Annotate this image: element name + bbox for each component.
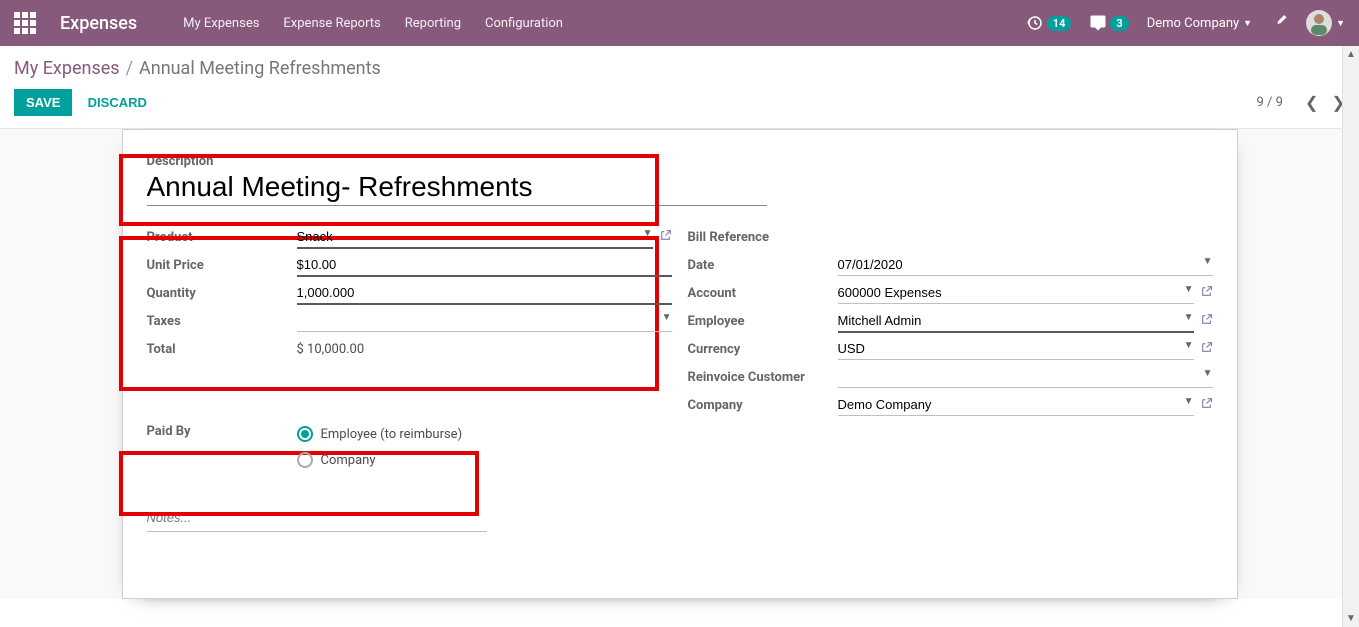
paid-by-employee-radio[interactable] — [297, 426, 313, 442]
control-panel: SAVE DISCARD 9 / 9 ❮ ❯ — [0, 83, 1359, 128]
paid-by-employee-label[interactable]: Employee (to reimburse) — [321, 427, 463, 442]
pager-prev-icon[interactable]: ❮ — [1305, 93, 1318, 112]
form-sheet-bg: Description Product ▼ Unit Price — [0, 128, 1359, 599]
reinvoice-input[interactable] — [838, 366, 1213, 388]
form-sheet: Description Product ▼ Unit Price — [122, 129, 1238, 599]
scroll-up-icon[interactable]: ▲ — [1343, 46, 1359, 63]
external-link-icon[interactable] — [1200, 397, 1213, 414]
external-link-icon[interactable] — [1200, 341, 1213, 358]
dropdown-caret-icon[interactable]: ▼ — [643, 228, 653, 239]
breadcrumb-sep: / — [126, 58, 133, 79]
total-label: Total — [147, 342, 297, 357]
dropdown-caret-icon[interactable]: ▼ — [662, 312, 672, 323]
total-value: $ 10,000.00 — [297, 339, 672, 360]
nav-links: My Expenses Expense Reports Reporting Co… — [183, 16, 563, 31]
reinvoice-label: Reinvoice Customer — [688, 370, 838, 385]
activity-badge: 14 — [1047, 16, 1072, 31]
nav-configuration[interactable]: Configuration — [485, 16, 563, 31]
dropdown-caret-icon[interactable]: ▼ — [1184, 396, 1194, 407]
chat-icon[interactable]: 3 — [1089, 14, 1128, 32]
dropdown-caret-icon[interactable]: ▼ — [1184, 312, 1194, 323]
right-column: Bill Reference Date ▼ Account ▼ — [680, 224, 1221, 480]
activity-icon[interactable]: 14 — [1026, 14, 1072, 32]
paid-by-company-label[interactable]: Company — [321, 453, 376, 468]
breadcrumb: My Expenses / Annual Meeting Refreshment… — [0, 46, 1359, 83]
debug-icon[interactable] — [1270, 12, 1288, 34]
nav-reporting[interactable]: Reporting — [405, 16, 461, 31]
save-button[interactable]: SAVE — [14, 89, 72, 116]
company-label: Company — [688, 398, 838, 413]
left-column: Product ▼ Unit Price Quanti — [139, 224, 680, 480]
scroll-down-icon[interactable]: ▼ — [1343, 610, 1359, 627]
external-link-icon[interactable] — [1200, 285, 1213, 302]
dropdown-caret-icon[interactable]: ▼ — [1184, 340, 1194, 351]
app-brand: Expenses — [60, 13, 137, 34]
product-input[interactable] — [297, 226, 653, 249]
taxes-input[interactable] — [297, 310, 672, 332]
currency-label: Currency — [688, 342, 838, 357]
dropdown-caret-icon[interactable]: ▼ — [1184, 284, 1194, 295]
nav-expense-reports[interactable]: Expense Reports — [283, 16, 380, 31]
date-input[interactable] — [838, 254, 1213, 276]
employee-label: Employee — [688, 314, 838, 329]
unit-price-input[interactable] — [297, 254, 672, 277]
external-link-icon[interactable] — [659, 229, 672, 246]
navbar: Expenses My Expenses Expense Reports Rep… — [0, 0, 1359, 46]
quantity-input[interactable] — [297, 282, 672, 305]
account-label: Account — [688, 286, 838, 301]
company-input[interactable] — [838, 394, 1194, 416]
breadcrumb-current: Annual Meeting Refreshments — [139, 58, 381, 79]
unit-price-label: Unit Price — [147, 258, 297, 273]
external-link-icon[interactable] — [1200, 313, 1213, 330]
date-label: Date — [688, 258, 838, 273]
employee-input[interactable] — [838, 310, 1194, 333]
quantity-label: Quantity — [147, 286, 297, 301]
chat-badge: 3 — [1110, 16, 1128, 31]
paid-by-label: Paid By — [147, 424, 297, 439]
nav-my-expenses[interactable]: My Expenses — [183, 16, 259, 31]
pager-count: 9 / 9 — [1257, 95, 1283, 110]
company-switcher[interactable]: Demo Company ▼ — [1147, 16, 1252, 31]
account-input[interactable] — [838, 282, 1194, 304]
breadcrumb-root[interactable]: My Expenses — [14, 58, 120, 79]
user-avatar[interactable] — [1306, 10, 1332, 36]
dropdown-caret-icon[interactable]: ▼ — [1203, 368, 1213, 379]
chevron-down-icon: ▼ — [1336, 18, 1345, 29]
apps-icon[interactable] — [14, 12, 36, 34]
chevron-down-icon: ▼ — [1243, 18, 1252, 29]
paid-by-company-radio[interactable] — [297, 452, 313, 468]
notes-input[interactable] — [147, 504, 487, 532]
currency-input[interactable] — [838, 338, 1194, 360]
description-input[interactable] — [147, 169, 767, 206]
taxes-label: Taxes — [147, 314, 297, 329]
dropdown-caret-icon[interactable]: ▼ — [1203, 256, 1213, 267]
bill-ref-label: Bill Reference — [688, 230, 838, 245]
discard-button[interactable]: DISCARD — [88, 95, 147, 110]
title-label: Description — [147, 154, 1221, 169]
pager: 9 / 9 ❮ ❯ — [1257, 93, 1345, 112]
product-label: Product — [147, 230, 297, 245]
scrollbar[interactable]: ▲ ▼ — [1342, 46, 1359, 627]
